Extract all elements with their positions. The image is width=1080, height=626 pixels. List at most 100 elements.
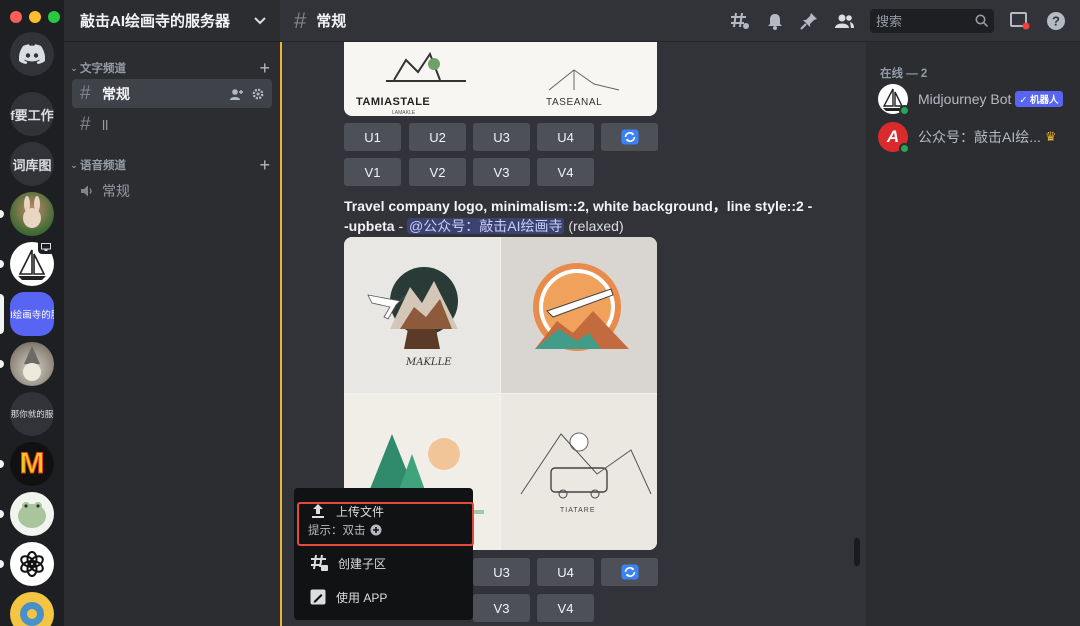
server-icon-rabbit[interactable] <box>10 192 54 236</box>
create-thread-menu-item[interactable]: 创建子区 <box>300 547 467 579</box>
variation-button-v4-lower[interactable]: V4 <box>537 594 594 622</box>
upload-highlight-box <box>297 502 474 546</box>
bell-icon[interactable] <box>766 12 784 30</box>
upscale-button-u4-lower[interactable]: U4 <box>537 558 594 586</box>
use-app-menu-item[interactable]: 使用 APP <box>300 581 467 613</box>
voice-channel-general[interactable]: 常规 <box>72 176 272 205</box>
channel-label: ll <box>102 116 109 133</box>
channel-item-ll[interactable]: # ll <box>72 110 272 139</box>
upscale-button-u3-lower[interactable]: U3 <box>473 558 530 586</box>
mountain-plane-logo-icon <box>367 267 458 349</box>
server-icon-wizard[interactable] <box>10 342 54 386</box>
menu-item-label: 创建子区 <box>338 556 387 571</box>
avatar <box>878 84 910 116</box>
server-icon-m[interactable]: M <box>10 442 54 486</box>
generation-status: (relaxed) <box>568 218 624 234</box>
chevron-down-icon <box>254 16 266 24</box>
invite-user-icon[interactable] <box>230 88 244 100</box>
server-icon-2[interactable]: 词库图 <box>10 142 54 186</box>
gear-icon[interactable] <box>252 88 264 100</box>
variation-button-v3[interactable]: V3 <box>473 158 530 186</box>
pin-icon[interactable] <box>800 12 818 30</box>
inbox-icon[interactable] <box>1010 11 1030 30</box>
guild-header[interactable]: 敲击AI绘画寺的服务器 <box>64 0 280 42</box>
online-status-dot <box>899 143 910 154</box>
button-label: V3 <box>493 164 510 180</box>
variation-button-v4[interactable]: V4 <box>537 158 594 186</box>
server-label: M <box>19 447 45 481</box>
add-channel-icon[interactable]: + <box>259 58 270 79</box>
avatar-glyph: A <box>886 127 900 146</box>
online-status-dot <box>899 105 910 116</box>
variation-button-v2[interactable]: V2 <box>409 158 466 186</box>
unread-pip <box>0 560 4 568</box>
upscale-button-u2[interactable]: U2 <box>409 123 466 151</box>
pokemon-avatar-icon <box>20 602 44 626</box>
discord-home-button[interactable] <box>10 32 54 76</box>
button-label: U4 <box>557 129 574 145</box>
rabbit-avatar-icon <box>23 196 41 228</box>
add-channel-icon[interactable]: + <box>259 155 270 176</box>
app-icon <box>310 589 326 605</box>
channel-label: 常规 <box>102 182 130 199</box>
camper-van-logo-icon <box>520 432 652 499</box>
plane-badge-logo-icon <box>533 263 629 351</box>
prompt-separator: - <box>394 218 408 234</box>
screen-share-badge <box>38 240 54 254</box>
server-icon-selected[interactable]: AI绘画寺的服 <box>10 292 54 336</box>
unread-pip <box>0 360 4 368</box>
member-midjourney-bot[interactable]: Midjourney Bot ✓ 机器人 <box>878 81 1078 117</box>
upscale-button-u1[interactable]: U1 <box>344 123 401 151</box>
reroll-button[interactable] <box>601 123 658 151</box>
button-label: V3 <box>493 600 510 616</box>
logo-drawing-icon <box>386 51 466 82</box>
upscale-button-u3[interactable]: U3 <box>473 123 530 151</box>
server-label: 词库图 <box>12 157 52 173</box>
search-icon <box>975 14 988 27</box>
category-voice-channels[interactable]: ⌄ 语音频道 + <box>64 155 280 176</box>
discord-logo-icon <box>19 44 45 64</box>
midjourney-image-grid-1[interactable]: TAMIASTALE LAMAKLE TASEANAL <box>344 42 657 116</box>
category-text-channels[interactable]: ⌄ 文字频道 + <box>64 58 280 79</box>
help-icon[interactable]: ? <box>1046 11 1066 31</box>
guild-name: 敲击AI绘画寺的服务器 <box>80 13 231 30</box>
variation-button-v1[interactable]: V1 <box>344 158 401 186</box>
chat-scrollbar[interactable] <box>854 538 860 566</box>
server-icon-1[interactable]: f要工作 <box>10 92 54 136</box>
channel-sidebar: 敲击AI绘画寺的服务器 ⌄ 文字频道 + # 常规 # ll ⌄ 语音频道 + … <box>64 0 280 626</box>
unread-pip <box>0 510 4 518</box>
search-input[interactable]: 搜索 <box>870 8 994 33</box>
thread-icon <box>311 554 328 571</box>
image-text: TASEANAL <box>546 97 603 108</box>
crown-icon: ♛ <box>1044 129 1057 144</box>
variation-button-v3-lower[interactable]: V3 <box>473 594 530 622</box>
server-icon-openai[interactable] <box>10 542 54 586</box>
avatar: A <box>878 122 910 154</box>
member-list-icon[interactable] <box>834 13 854 29</box>
image-text: MAKLLE <box>406 357 452 368</box>
member-owner[interactable]: A 公众号：敲击AI绘... ♛ <box>878 119 1078 155</box>
member-list: 在线 — 2 Midjourney Bot ✓ 机器人 A 公众号：敲击AI绘.… <box>866 42 1080 626</box>
wizard-avatar-icon <box>23 346 41 381</box>
button-label: U1 <box>364 129 381 145</box>
button-label: V1 <box>364 164 381 180</box>
speaker-icon <box>81 185 92 196</box>
close-window-button[interactable] <box>10 11 22 23</box>
reroll-button-lower[interactable] <box>601 558 658 586</box>
server-icon-3[interactable]: 那你就的服 <box>10 392 54 436</box>
button-label: U2 <box>429 129 446 145</box>
user-mention[interactable]: @公众号：敲击AI绘画寺 <box>407 218 565 234</box>
server-icon-pokemon[interactable] <box>10 592 54 626</box>
zoom-window-button[interactable] <box>48 11 60 23</box>
upscale-button-u4[interactable]: U4 <box>537 123 594 151</box>
hash-icon: # <box>294 7 307 33</box>
search-placeholder: 搜索 <box>876 14 903 29</box>
category-label: 文字频道 <box>80 63 126 75</box>
button-label: V2 <box>429 164 446 180</box>
server-icon-frog[interactable] <box>10 492 54 536</box>
window-controls <box>10 11 60 23</box>
mention-highlight-bar <box>280 42 282 626</box>
minimize-window-button[interactable] <box>29 11 41 23</box>
threads-icon[interactable] <box>730 12 750 30</box>
channel-item-general[interactable]: # 常规 <box>72 79 272 108</box>
